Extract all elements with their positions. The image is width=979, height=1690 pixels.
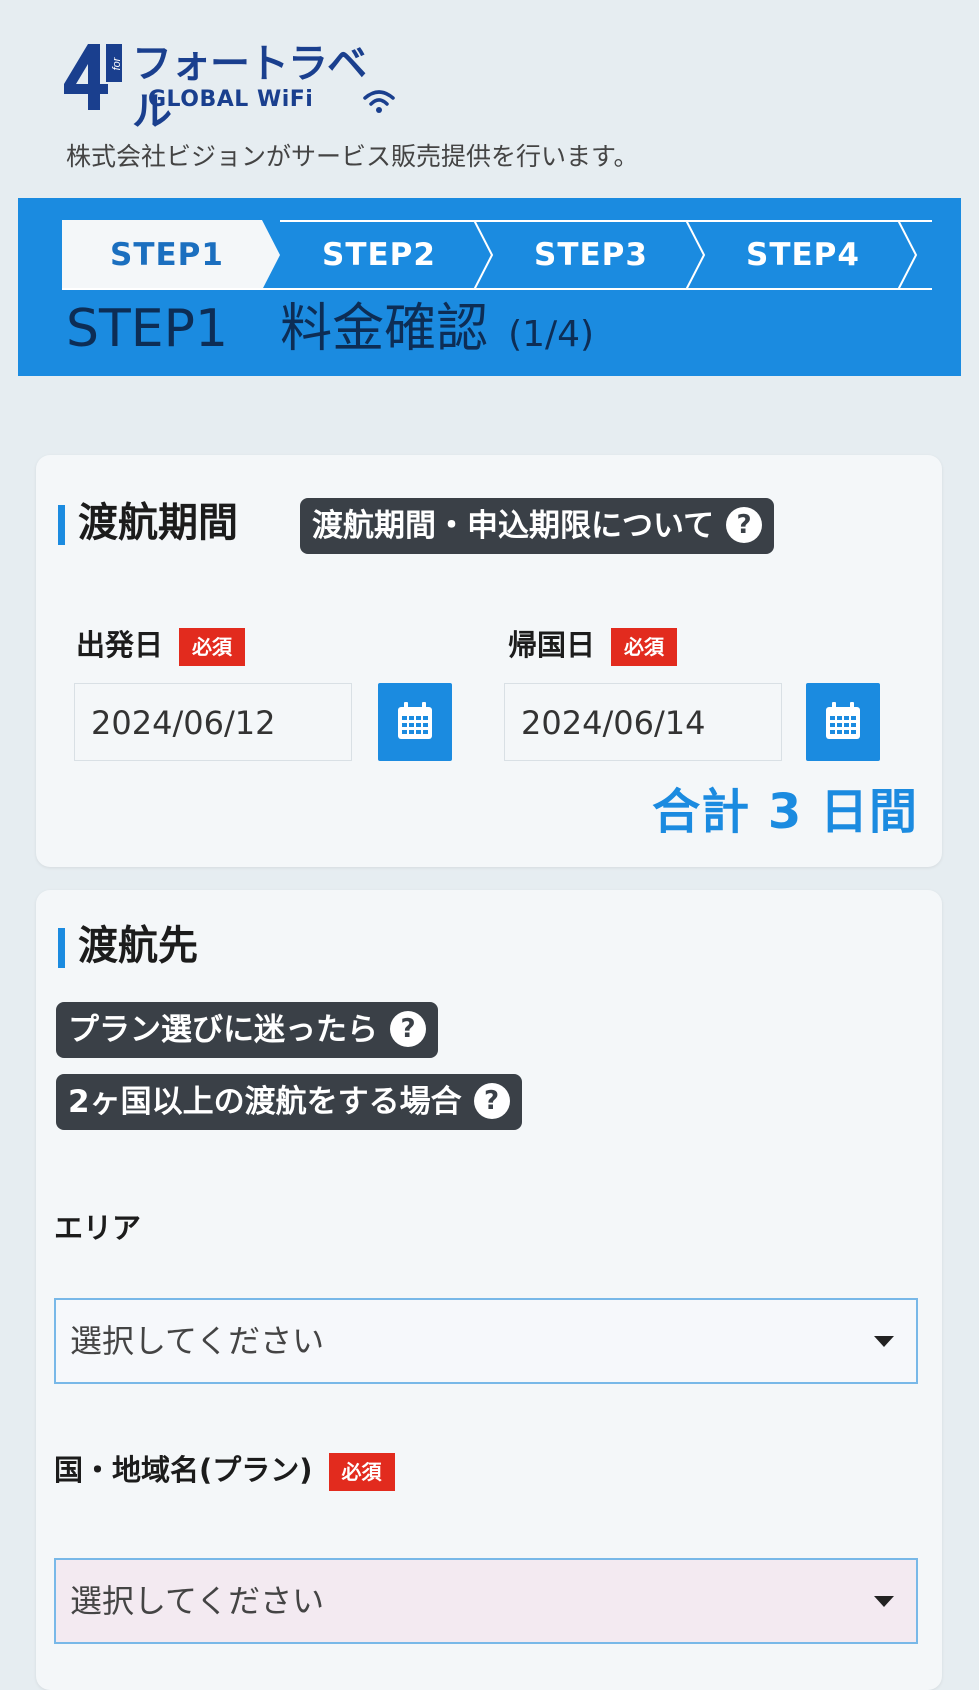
- area-select[interactable]: 選択してください: [54, 1298, 918, 1384]
- question-icon: ?: [726, 506, 763, 543]
- country-select[interactable]: 選択してください: [54, 1558, 918, 1644]
- country-select-value: 選択してください: [70, 1582, 325, 1620]
- provider-text: 株式会社ビジョンがサービス販売提供を行います。: [66, 142, 639, 171]
- chevron-down-icon: [874, 1336, 894, 1347]
- step-fraction: (1/4): [508, 314, 595, 355]
- plan-help-button[interactable]: プラン選びに迷ったら?: [56, 1002, 438, 1058]
- period-help-label: 渡航期間・申込期限について: [312, 508, 715, 544]
- required-badge: 必須: [179, 628, 246, 666]
- multi-country-help-button[interactable]: 2ヶ国以上の渡航をする場合?: [56, 1074, 522, 1130]
- destination-card: 渡航先 プラン選びに迷ったら? 2ヶ国以上の渡航をする場合? エリア 選択してく…: [36, 890, 942, 1690]
- question-icon: ?: [473, 1082, 510, 1119]
- multi-country-help-label: 2ヶ国以上の渡航をする場合: [68, 1084, 462, 1120]
- required-badge: 必須: [611, 628, 678, 666]
- calendar-icon: [826, 702, 860, 739]
- step-1: STEP1: [110, 237, 224, 273]
- total-days: 合計 3 日間: [652, 784, 918, 840]
- departure-calendar-button[interactable]: [378, 683, 452, 761]
- logo-4-icon: for: [64, 44, 123, 110]
- return-date-input[interactable]: 2024/06/14: [504, 683, 782, 761]
- section-title-period: 渡航期間: [58, 497, 238, 549]
- wifi-icon: [363, 90, 395, 113]
- step-4: STEP4: [746, 237, 860, 273]
- logo-en-text: GLOBAL WiFi: [148, 87, 314, 112]
- travel-period-card: 渡航期間 渡航期間・申込期限について? 出発日 必須 帰国日 必須 2024/06/…: [36, 455, 942, 867]
- chevron-down-icon: [874, 1596, 894, 1607]
- return-label: 帰国日 必須: [508, 625, 678, 666]
- plan-help-label: プラン選びに迷ったら: [68, 1012, 378, 1048]
- country-label: 国・地域名(プラン) 必須: [54, 1450, 395, 1491]
- step-title: STEP1 料金確認 (1/4): [66, 294, 594, 370]
- step-3: STEP3: [534, 237, 648, 273]
- question-icon: ?: [390, 1010, 426, 1047]
- step-2: STEP2: [322, 237, 436, 273]
- step-title-text: STEP1 料金確認: [66, 299, 489, 359]
- area-select-value: 選択してください: [70, 1322, 325, 1360]
- return-calendar-button[interactable]: [806, 683, 880, 761]
- step-progress: STEP1 STEP2 STEP3 STEP4: [62, 220, 932, 290]
- calendar-icon: [398, 702, 432, 739]
- section-title-destination: 渡航先: [58, 920, 198, 972]
- brand-logo[interactable]: for フォートラベル GLOBAL WiFi: [62, 40, 402, 135]
- period-help-button[interactable]: 渡航期間・申込期限について?: [300, 498, 775, 554]
- area-label: エリア: [54, 1211, 142, 1245]
- departure-date-input[interactable]: 2024/06/12: [74, 683, 352, 761]
- logo-mark-small: for: [111, 56, 123, 70]
- departure-label: 出発日 必須: [76, 625, 246, 666]
- required-badge: 必須: [328, 1453, 395, 1491]
- step-banner: STEP1 STEP2 STEP3 STEP4 STEP1 料金確認 (1/4): [18, 198, 961, 376]
